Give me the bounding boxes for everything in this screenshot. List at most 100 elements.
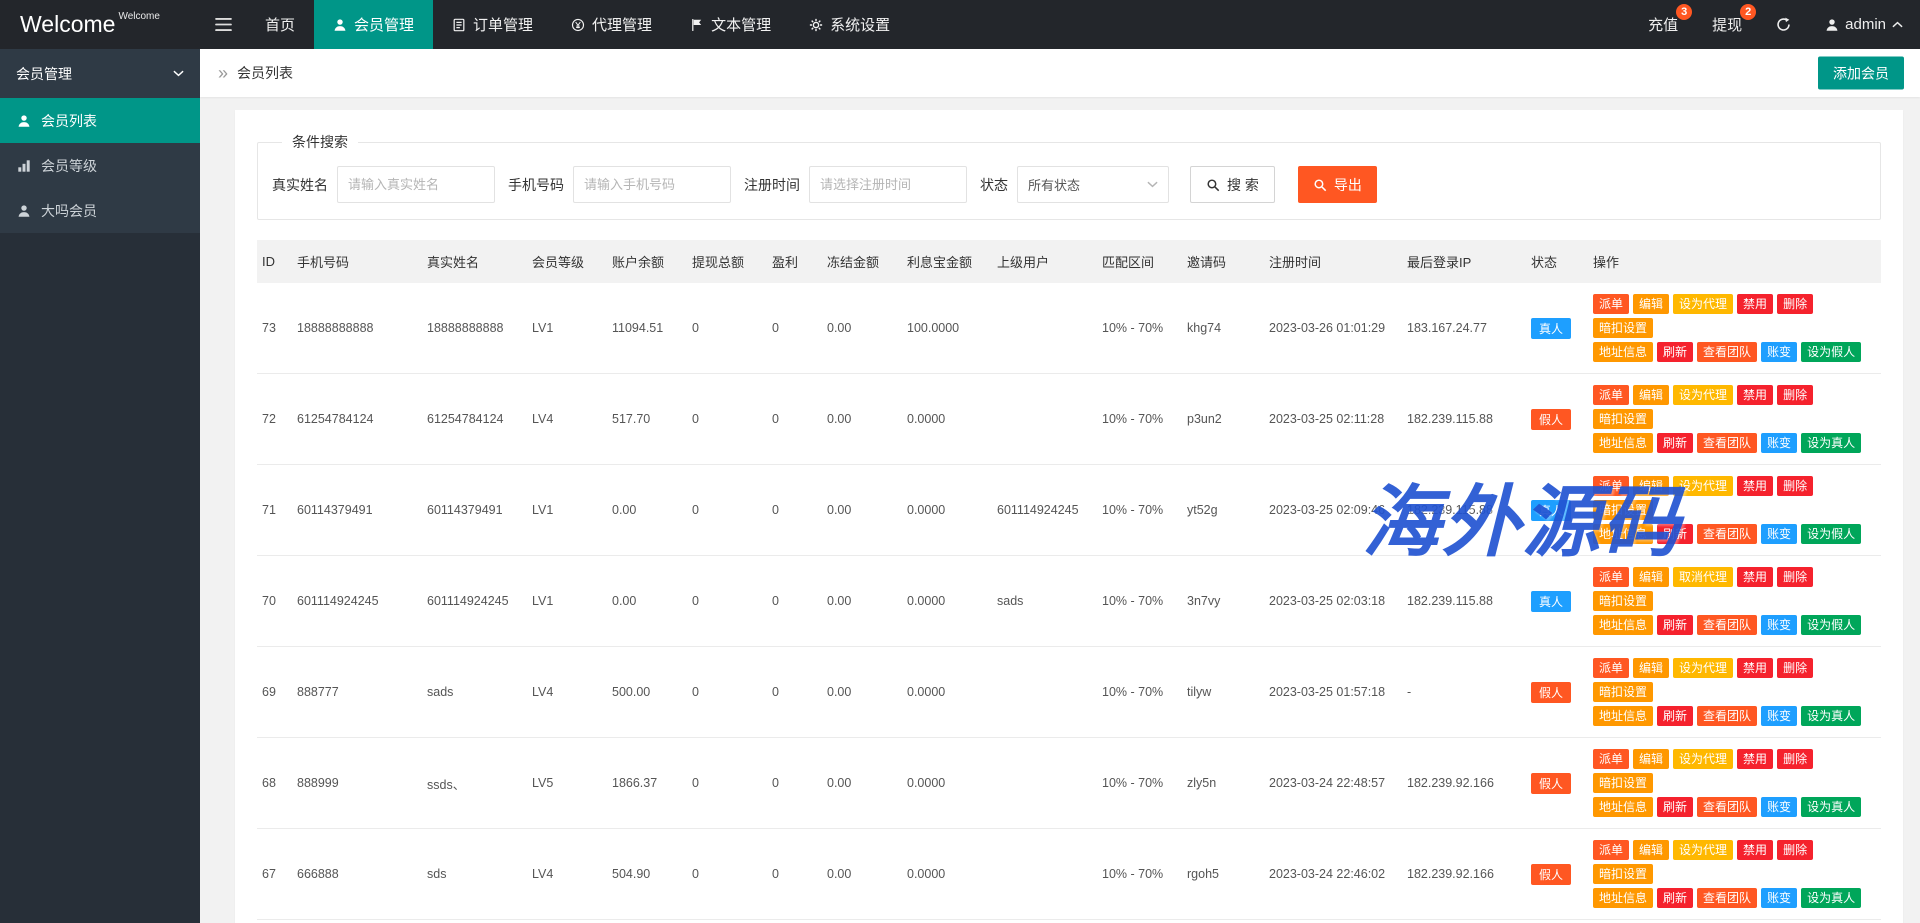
nav-agent-management[interactable]: 代理管理 [552, 0, 671, 49]
refresh-member-button[interactable]: 刷新 [1657, 524, 1693, 544]
hidden-deduct-settings-button[interactable]: 暗扣设置 [1593, 409, 1653, 429]
edit-button[interactable]: 编辑 [1633, 476, 1669, 496]
address-info-button[interactable]: 地址信息 [1593, 524, 1653, 544]
refresh-button[interactable] [1759, 0, 1808, 49]
delete-button[interactable]: 删除 [1777, 840, 1813, 860]
sidebar-group-member-management[interactable]: 会员管理 [0, 49, 200, 98]
dispatch-order-button[interactable]: 派单 [1593, 385, 1629, 405]
account-change-button[interactable]: 账变 [1761, 797, 1797, 817]
disable-button[interactable]: 禁用 [1737, 658, 1773, 678]
dispatch-order-button[interactable]: 派单 [1593, 749, 1629, 769]
sidebar-item-vip-member[interactable]: 大吗会员 [0, 188, 200, 233]
nav-system-settings[interactable]: 系统设置 [790, 0, 909, 49]
account-change-button[interactable]: 账变 [1761, 706, 1797, 726]
cancel-agent-button[interactable]: 取消代理 [1673, 567, 1733, 587]
edit-button[interactable]: 编辑 [1633, 385, 1669, 405]
delete-button[interactable]: 删除 [1777, 749, 1813, 769]
set-as-agent-button[interactable]: 设为代理 [1673, 476, 1733, 496]
edit-button[interactable]: 编辑 [1633, 749, 1669, 769]
delete-button[interactable]: 删除 [1777, 658, 1813, 678]
set-as-fake-button[interactable]: 设为假人 [1801, 524, 1861, 544]
refresh-member-button[interactable]: 刷新 [1657, 342, 1693, 362]
delete-button[interactable]: 删除 [1777, 294, 1813, 314]
view-team-button[interactable]: 查看团队 [1697, 797, 1757, 817]
nav-member-management[interactable]: 会员管理 [314, 0, 433, 49]
cell-frozen: 0.00 [822, 738, 902, 829]
delete-button[interactable]: 删除 [1777, 385, 1813, 405]
sidebar-item-member-list[interactable]: 会员列表 [0, 98, 200, 143]
delete-button[interactable]: 删除 [1777, 567, 1813, 587]
real-name-input[interactable] [337, 166, 495, 203]
view-team-button[interactable]: 查看团队 [1697, 342, 1757, 362]
nav-home[interactable]: 首页 [246, 0, 314, 49]
set-as-real-button[interactable]: 设为真人 [1801, 888, 1861, 908]
nav-order-management[interactable]: 订单管理 [433, 0, 552, 49]
admin-menu[interactable]: admin [1808, 0, 1920, 49]
account-change-button[interactable]: 账变 [1761, 615, 1797, 635]
address-info-button[interactable]: 地址信息 [1593, 615, 1653, 635]
edit-button[interactable]: 编辑 [1633, 658, 1669, 678]
dispatch-order-button[interactable]: 派单 [1593, 567, 1629, 587]
set-as-fake-button[interactable]: 设为假人 [1801, 615, 1861, 635]
menu-toggle-button[interactable] [200, 0, 246, 49]
dispatch-order-button[interactable]: 派单 [1593, 658, 1629, 678]
hidden-deduct-settings-button[interactable]: 暗扣设置 [1593, 773, 1653, 793]
set-as-agent-button[interactable]: 设为代理 [1673, 658, 1733, 678]
disable-button[interactable]: 禁用 [1737, 294, 1773, 314]
set-as-real-button[interactable]: 设为真人 [1801, 797, 1861, 817]
nav-text-management[interactable]: 文本管理 [671, 0, 790, 49]
hidden-deduct-settings-button[interactable]: 暗扣设置 [1593, 500, 1653, 520]
set-as-real-button[interactable]: 设为真人 [1801, 706, 1861, 726]
disable-button[interactable]: 禁用 [1737, 840, 1773, 860]
export-button[interactable]: 导出 [1298, 166, 1377, 203]
add-member-button[interactable]: 添加会员 [1818, 57, 1904, 90]
refresh-member-button[interactable]: 刷新 [1657, 888, 1693, 908]
address-info-button[interactable]: 地址信息 [1593, 342, 1653, 362]
disable-button[interactable]: 禁用 [1737, 385, 1773, 405]
address-info-button[interactable]: 地址信息 [1593, 888, 1653, 908]
phone-input[interactable] [573, 166, 731, 203]
view-team-button[interactable]: 查看团队 [1697, 433, 1757, 453]
hidden-deduct-settings-button[interactable]: 暗扣设置 [1593, 682, 1653, 702]
refresh-member-button[interactable]: 刷新 [1657, 706, 1693, 726]
view-team-button[interactable]: 查看团队 [1697, 524, 1757, 544]
edit-button[interactable]: 编辑 [1633, 294, 1669, 314]
account-change-button[interactable]: 账变 [1761, 433, 1797, 453]
reg-time-input[interactable] [809, 166, 967, 203]
disable-button[interactable]: 禁用 [1737, 476, 1773, 496]
hidden-deduct-settings-button[interactable]: 暗扣设置 [1593, 318, 1653, 338]
refresh-member-button[interactable]: 刷新 [1657, 797, 1693, 817]
disable-button[interactable]: 禁用 [1737, 567, 1773, 587]
dispatch-order-button[interactable]: 派单 [1593, 294, 1629, 314]
set-as-agent-button[interactable]: 设为代理 [1673, 385, 1733, 405]
search-button[interactable]: 搜 索 [1190, 166, 1275, 203]
view-team-button[interactable]: 查看团队 [1697, 888, 1757, 908]
edit-button[interactable]: 编辑 [1633, 840, 1669, 860]
set-as-agent-button[interactable]: 设为代理 [1673, 840, 1733, 860]
recharge-button[interactable]: 充值 3 [1631, 0, 1695, 49]
sidebar-item-member-level[interactable]: 会员等级 [0, 143, 200, 188]
refresh-member-button[interactable]: 刷新 [1657, 615, 1693, 635]
set-as-agent-button[interactable]: 设为代理 [1673, 749, 1733, 769]
hidden-deduct-settings-button[interactable]: 暗扣设置 [1593, 864, 1653, 884]
withdraw-button[interactable]: 提现 2 [1695, 0, 1759, 49]
set-as-real-button[interactable]: 设为真人 [1801, 433, 1861, 453]
edit-button[interactable]: 编辑 [1633, 567, 1669, 587]
account-change-button[interactable]: 账变 [1761, 342, 1797, 362]
set-as-fake-button[interactable]: 设为假人 [1801, 342, 1861, 362]
status-select[interactable]: 所有状态 [1017, 166, 1169, 203]
dispatch-order-button[interactable]: 派单 [1593, 476, 1629, 496]
address-info-button[interactable]: 地址信息 [1593, 706, 1653, 726]
account-change-button[interactable]: 账变 [1761, 524, 1797, 544]
view-team-button[interactable]: 查看团队 [1697, 615, 1757, 635]
disable-button[interactable]: 禁用 [1737, 749, 1773, 769]
refresh-member-button[interactable]: 刷新 [1657, 433, 1693, 453]
set-as-agent-button[interactable]: 设为代理 [1673, 294, 1733, 314]
view-team-button[interactable]: 查看团队 [1697, 706, 1757, 726]
hidden-deduct-settings-button[interactable]: 暗扣设置 [1593, 591, 1653, 611]
address-info-button[interactable]: 地址信息 [1593, 797, 1653, 817]
delete-button[interactable]: 删除 [1777, 476, 1813, 496]
dispatch-order-button[interactable]: 派单 [1593, 840, 1629, 860]
address-info-button[interactable]: 地址信息 [1593, 433, 1653, 453]
account-change-button[interactable]: 账变 [1761, 888, 1797, 908]
